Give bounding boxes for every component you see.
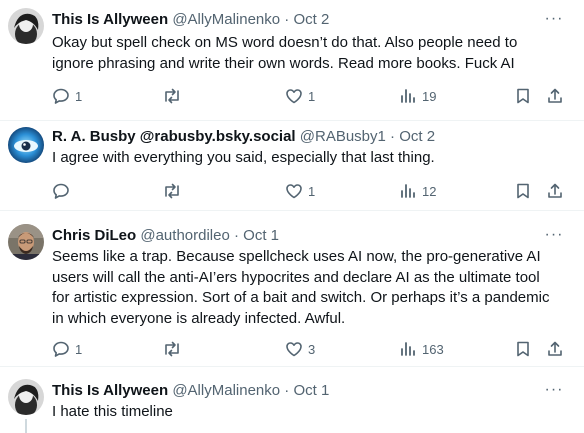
- like-icon: [285, 182, 303, 200]
- tweet-date[interactable]: Oct 1: [243, 227, 279, 244]
- user-handle[interactable]: @authordileo: [140, 227, 229, 244]
- reply-button[interactable]: [52, 181, 75, 201]
- share-button[interactable]: [546, 86, 564, 106]
- separator-dot: ·: [284, 11, 290, 28]
- user-handle[interactable]: @AllyMalinenko: [172, 382, 280, 399]
- tweet-text: I agree with everything you said, especi…: [52, 148, 564, 169]
- tweet-header: This Is Allyween @AllyMalinenko · Oct 1: [52, 381, 544, 401]
- reply-icon: [52, 340, 70, 358]
- retweet-icon: [162, 182, 182, 200]
- bookmark-icon: [514, 87, 532, 105]
- like-button[interactable]: 1: [285, 181, 315, 201]
- tweet-text-line: in which everyone is already infected. A…: [52, 309, 346, 327]
- tweet-text-line: for artistic expression. Sort of a bait …: [52, 289, 550, 306]
- reply-count: 1: [75, 88, 83, 104]
- separator-dot: ·: [233, 227, 239, 244]
- views-button[interactable]: 163: [399, 339, 444, 359]
- display-name[interactable]: R. A. Busby @rabusby.bsky.social: [52, 128, 296, 145]
- separator-dot: ·: [390, 128, 396, 145]
- tweet-actions: 1 3 163: [52, 339, 570, 359]
- display-name[interactable]: This Is Allyween: [52, 382, 168, 399]
- bookmark-button[interactable]: [514, 339, 532, 359]
- like-icon: [285, 87, 303, 105]
- tweet-header: This Is Allyween @AllyMalinenko · Oct 2: [52, 10, 544, 30]
- avatar[interactable]: [8, 127, 44, 163]
- retweet-button[interactable]: [162, 339, 187, 359]
- views-icon: [399, 340, 417, 358]
- bookmark-icon: [514, 340, 532, 358]
- tweet-text: I hate this timeline: [52, 402, 564, 423]
- separator-dot: ·: [284, 382, 290, 399]
- tweet-actions: 1 12: [52, 181, 570, 201]
- retweet-button[interactable]: [162, 86, 187, 106]
- user-handle[interactable]: @RABusby1: [300, 128, 386, 145]
- like-count: 3: [308, 341, 316, 357]
- share-icon: [546, 340, 564, 358]
- like-button[interactable]: 1: [285, 86, 315, 106]
- like-button[interactable]: 3: [285, 339, 315, 359]
- share-button[interactable]: [546, 181, 564, 201]
- views-icon: [399, 87, 417, 105]
- views-button[interactable]: 19: [399, 86, 436, 106]
- tweet[interactable]: This Is Allyween @AllyMalinenko · Oct 1 …: [0, 367, 584, 433]
- more-icon[interactable]: ···: [544, 11, 564, 32]
- tweet-actions: 1 1 19: [52, 86, 570, 106]
- reply-button[interactable]: 1: [52, 339, 82, 359]
- tweet-text-line: ignore phrasing and write their own word…: [52, 54, 515, 72]
- share-icon: [546, 182, 564, 200]
- like-icon: [285, 340, 303, 358]
- tweet-text: Okay but spell check on MS word doesn’t …: [52, 33, 564, 74]
- display-name[interactable]: Chris DiLeo: [52, 227, 136, 244]
- retweet-button[interactable]: [162, 181, 187, 201]
- tweet-date[interactable]: Oct 2: [399, 128, 435, 145]
- tweet-header: Chris DiLeo @authordileo · Oct 1: [52, 226, 544, 246]
- display-name[interactable]: This Is Allyween: [52, 11, 168, 28]
- views-count: 19: [422, 88, 437, 104]
- tweet[interactable]: This Is Allyween @AllyMalinenko · Oct 2 …: [0, 0, 584, 120]
- thread-line: [25, 419, 27, 433]
- tweet-date[interactable]: Oct 2: [293, 11, 329, 28]
- retweet-icon: [162, 340, 182, 358]
- tweet-text-line: Okay but spell check on MS word doesn’t …: [52, 34, 518, 51]
- views-button[interactable]: 12: [399, 181, 436, 201]
- bookmark-button[interactable]: [514, 181, 532, 201]
- bookmark-button[interactable]: [514, 86, 532, 106]
- views-count: 12: [422, 183, 437, 199]
- tweet[interactable]: Chris DiLeo @authordileo · Oct 1 ··· See…: [0, 211, 584, 366]
- retweet-icon: [162, 87, 182, 105]
- reply-count: 1: [75, 341, 83, 357]
- views-icon: [399, 182, 417, 200]
- views-count: 163: [422, 341, 444, 357]
- tweet-text-line: I agree with everything you said, especi…: [52, 149, 435, 166]
- tweet-date[interactable]: Oct 1: [293, 382, 329, 399]
- reply-icon: [52, 182, 70, 200]
- more-icon[interactable]: ···: [544, 382, 564, 403]
- tweet-header: R. A. Busby @rabusby.bsky.social @RABusb…: [52, 127, 544, 147]
- share-icon: [546, 87, 564, 105]
- tweet-text: Seems like a trap. Because spellcheck us…: [52, 247, 576, 329]
- tweet-text-line: users will call the anti-AI’ers hypocrit…: [52, 268, 540, 286]
- like-count: 1: [308, 183, 316, 199]
- tweet-text-line: Seems like a trap. Because spellcheck us…: [52, 248, 541, 265]
- bookmark-icon: [514, 182, 532, 200]
- tweet[interactable]: R. A. Busby @rabusby.bsky.social @RABusb…: [0, 121, 584, 211]
- more-icon[interactable]: ···: [544, 227, 564, 248]
- user-handle[interactable]: @AllyMalinenko: [172, 11, 280, 28]
- reply-button[interactable]: 1: [52, 86, 82, 106]
- avatar[interactable]: [8, 379, 44, 415]
- reply-icon: [52, 87, 70, 105]
- share-button[interactable]: [546, 339, 564, 359]
- avatar[interactable]: [8, 8, 44, 44]
- avatar[interactable]: [8, 224, 44, 260]
- like-count: 1: [308, 88, 316, 104]
- tweet-text-line: I hate this timeline: [52, 403, 173, 420]
